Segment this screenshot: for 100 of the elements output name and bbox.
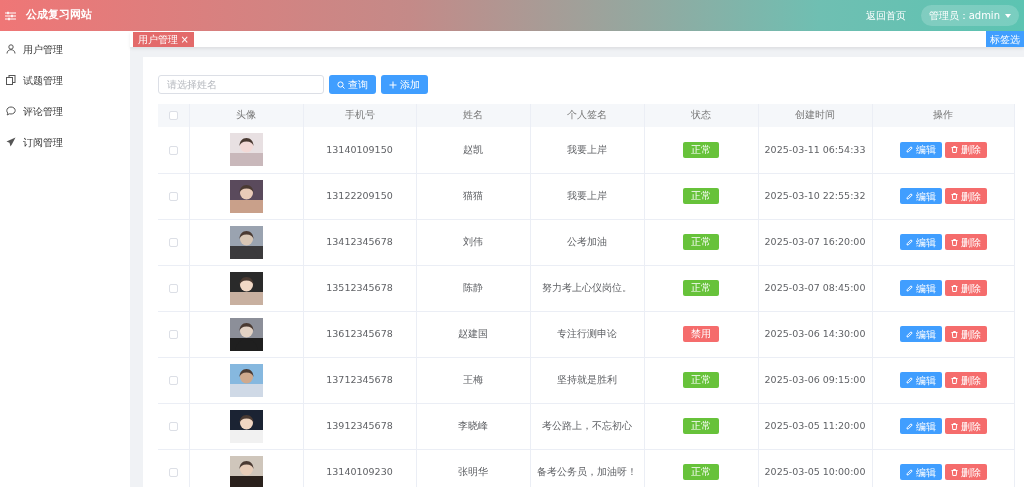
copy-icon xyxy=(6,75,16,85)
edit-button[interactable]: 编辑 xyxy=(900,372,942,388)
row-checkbox[interactable] xyxy=(168,237,178,247)
table-cell: 2025-03-07 16:20:00 xyxy=(758,219,872,265)
table-cell: 张明华 xyxy=(416,449,530,487)
trash-icon xyxy=(950,376,958,384)
table-cell: 猫猫 xyxy=(416,173,530,219)
table-cell: 2025-03-06 09:15:00 xyxy=(758,357,872,403)
table-cell: 2025-03-06 14:30:00 xyxy=(758,311,872,357)
table-cell: 陈静 xyxy=(416,265,530,311)
table-cell: 公考加油 xyxy=(530,219,644,265)
column-header: 操作 xyxy=(872,104,1015,127)
table-cell: 13140109230 xyxy=(303,449,416,487)
search-field[interactable]: 请选择姓名 xyxy=(158,75,324,94)
delete-button[interactable]: 删除 xyxy=(944,141,987,158)
pencil-icon xyxy=(906,284,913,292)
trash-icon xyxy=(950,330,958,338)
pencil-icon xyxy=(906,376,913,384)
edit-button[interactable]: 编辑 xyxy=(900,418,942,434)
table-cell: 13140109150 xyxy=(303,127,416,173)
row-checkbox[interactable] xyxy=(168,145,178,155)
table-cell: 坚持就是胜利 xyxy=(530,357,644,403)
table-cell: 13412345678 xyxy=(303,219,416,265)
sidebar-item[interactable]: 试题管理 xyxy=(0,64,130,96)
edit-button[interactable]: 编辑 xyxy=(900,464,942,480)
delete-button[interactable]: 删除 xyxy=(944,464,987,480)
table-cell: 李晓峰 xyxy=(416,403,530,449)
status-tag: 正常 xyxy=(683,280,719,296)
trash-icon xyxy=(950,422,958,430)
column-header: 手机号 xyxy=(303,104,416,127)
column-header: 个人签名 xyxy=(530,104,644,127)
table-cell: 努力考上心仪岗位。 xyxy=(530,265,644,311)
table-cell: 13612345678 xyxy=(303,311,416,357)
row-checkbox[interactable] xyxy=(168,191,178,201)
table-cell: 2025-03-05 10:00:00 xyxy=(758,449,872,487)
close-icon[interactable]: × xyxy=(180,31,189,47)
table-cell: 13912345678 xyxy=(303,403,416,449)
column-header: 姓名 xyxy=(416,104,530,127)
send-icon xyxy=(6,137,16,147)
toolbar-button[interactable]: 查询 xyxy=(329,75,376,94)
person-icon xyxy=(6,44,16,54)
trash-icon xyxy=(950,284,958,292)
pencil-icon xyxy=(906,192,913,200)
column-header: 头像 xyxy=(189,104,303,127)
row-checkbox[interactable] xyxy=(168,283,178,293)
pencil-icon xyxy=(906,330,913,338)
row-checkbox[interactable] xyxy=(168,467,178,477)
pencil-icon xyxy=(906,146,913,154)
column-header: 状态 xyxy=(644,104,758,127)
delete-button[interactable]: 删除 xyxy=(944,280,987,296)
row-checkbox[interactable] xyxy=(168,329,178,339)
column-header: 创建时间 xyxy=(758,104,872,127)
table-cell: 王梅 xyxy=(416,357,530,403)
user-menu[interactable]: 管理员：admin xyxy=(920,5,1019,26)
delete-button[interactable]: 删除 xyxy=(944,234,987,250)
status-tag: 正常 xyxy=(683,418,719,434)
sidebar-item[interactable]: 评论管理 xyxy=(0,95,130,127)
plus-icon xyxy=(389,80,397,89)
edit-button[interactable]: 编辑 xyxy=(900,141,942,158)
home-link[interactable]: 返回首页 xyxy=(865,8,906,23)
search-icon xyxy=(337,80,345,89)
site-title: 公成复习网站 xyxy=(26,7,92,24)
table-cell: 赵建国 xyxy=(416,311,530,357)
status-tag: 正常 xyxy=(683,372,719,388)
table-cell: 13512345678 xyxy=(303,265,416,311)
table-cell: 刘伟 xyxy=(416,219,530,265)
sidebar-item[interactable]: 订阅管理 xyxy=(0,126,130,158)
sidebar-item[interactable]: 用户管理 xyxy=(0,33,130,65)
caret-icon xyxy=(1005,13,1011,18)
table-cell: 13122209150 xyxy=(303,173,416,219)
trash-icon xyxy=(950,468,958,476)
menu-icon[interactable] xyxy=(5,10,16,21)
edit-button[interactable]: 编辑 xyxy=(900,188,942,204)
row-checkbox[interactable] xyxy=(168,375,178,385)
pencil-icon xyxy=(906,422,913,430)
status-tag: 正常 xyxy=(683,464,719,480)
delete-button[interactable]: 删除 xyxy=(944,326,987,342)
edit-button[interactable]: 编辑 xyxy=(900,326,942,342)
pencil-icon xyxy=(906,468,913,476)
table-cell: 考公路上，不忘初心 xyxy=(530,403,644,449)
status-tag: 正常 xyxy=(683,188,719,204)
table-cell: 2025-03-05 11:20:00 xyxy=(758,403,872,449)
table-cell: 2025-03-11 06:54:33 xyxy=(758,127,872,173)
trash-icon xyxy=(950,192,958,200)
status-tag: 禁用 xyxy=(683,326,719,342)
table-cell: 2025-03-07 08:45:00 xyxy=(758,265,872,311)
table-cell: 备考公务员，加油呀！ xyxy=(530,449,644,487)
tab[interactable]: 用户管理 × xyxy=(133,31,194,47)
row-checkbox[interactable] xyxy=(168,421,178,431)
tab-options-button[interactable]: 标签选 xyxy=(986,31,1024,47)
delete-button[interactable]: 删除 xyxy=(944,418,987,434)
status-tag: 正常 xyxy=(683,141,719,158)
select-all-checkbox[interactable] xyxy=(168,111,178,121)
edit-button[interactable]: 编辑 xyxy=(900,234,942,250)
table-cell: 2025-03-10 22:55:32 xyxy=(758,173,872,219)
delete-button[interactable]: 删除 xyxy=(944,188,987,204)
toolbar-button[interactable]: 添加 xyxy=(381,75,428,94)
delete-button[interactable]: 删除 xyxy=(944,372,987,388)
edit-button[interactable]: 编辑 xyxy=(900,280,942,296)
pencil-icon xyxy=(906,238,913,246)
